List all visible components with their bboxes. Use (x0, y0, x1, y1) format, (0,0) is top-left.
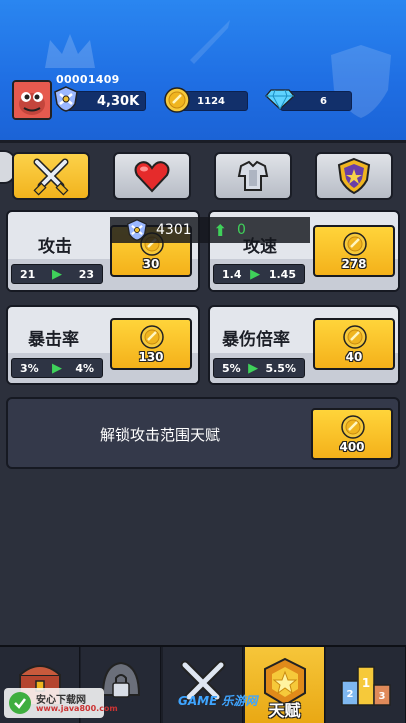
diamond-icon (265, 89, 295, 110)
nav-talent[interactable]: 天赋 (245, 647, 325, 723)
level-from: 1.4 (222, 267, 242, 281)
svg-text:1: 1 (362, 676, 370, 690)
buy-crit-rate-button[interactable]: 130 (110, 318, 192, 370)
heart-icon (134, 161, 170, 193)
level-to: 4% (75, 361, 94, 375)
svg-text:2: 2 (347, 689, 354, 700)
buy-crit-damage-button[interactable]: 40 (313, 318, 395, 370)
level-to: 1.45 (268, 267, 296, 281)
tab-defense[interactable] (315, 152, 393, 200)
price: 130 (138, 350, 164, 364)
arrow-up-icon: ⬆ (213, 220, 228, 240)
coin-icon (164, 87, 190, 113)
upgrade-title: 暴击率 (28, 330, 79, 350)
price: 30 (142, 257, 160, 271)
sword-decoration-icon (190, 20, 230, 64)
nav-ranking[interactable]: 2 1 3 (326, 647, 406, 723)
watermark-left: 安心下载网 www.java800.com (4, 688, 118, 718)
toast-power-value: 4301 (156, 222, 192, 238)
unlock-button[interactable]: 400 (311, 408, 393, 460)
crown-decoration-icon (45, 34, 95, 68)
tab-armor[interactable] (214, 152, 292, 200)
price: 278 (341, 257, 367, 271)
watermark-url: www.java800.com (36, 704, 118, 713)
armor-icon (237, 160, 269, 191)
watermark-logo-icon (9, 692, 31, 714)
power-value: 4,30K (97, 93, 140, 109)
unlock-label: 解锁攻击范围天赋 (100, 426, 221, 444)
monster-avatar-icon (14, 82, 50, 118)
watermark-mid: GAME 乐游网 (178, 694, 258, 708)
level-to: 5.5% (265, 361, 296, 375)
level-bar: 5% ▶ 5.5% (213, 358, 305, 378)
level-to: 23 (78, 267, 94, 281)
coin-icon (343, 232, 367, 256)
nav-weapons[interactable] (163, 647, 243, 723)
power-change-toast: 4301 ⬆ 0 (110, 217, 310, 243)
coin-icon (140, 325, 164, 349)
crossed-swords-icon (33, 158, 69, 196)
gem-value: 6 (320, 95, 327, 107)
level-bar: 3% ▶ 4% (11, 358, 103, 378)
price: 400 (339, 440, 365, 454)
upgrade-title: 暴伤倍率 (222, 330, 290, 350)
player-avatar[interactable] (12, 80, 52, 120)
toast-delta: 0 (237, 222, 246, 238)
player-id: 00001409 (56, 73, 120, 86)
level-bar: 1.4 ▶ 1.45 (213, 264, 305, 284)
power-emblem-icon (126, 219, 148, 241)
level-bar: 21 ▶ 23 (11, 264, 103, 284)
svg-text:3: 3 (379, 691, 386, 702)
arrow-right-icon: ▶ (52, 360, 62, 376)
coin-icon (341, 415, 365, 439)
level-from: 21 (20, 267, 36, 281)
tab-attack[interactable] (12, 152, 90, 200)
coin-icon (343, 325, 367, 349)
power-emblem-icon (54, 86, 78, 112)
power-pill: 4,30K (66, 91, 146, 111)
upgrade-title: 攻击 (38, 237, 72, 257)
level-from: 5% (222, 361, 241, 375)
arrow-right-icon: ▶ (250, 266, 261, 282)
podium-icon: 2 1 3 (341, 666, 391, 706)
top-header (0, 0, 406, 140)
arrow-right-icon: ▶ (52, 266, 62, 282)
arrow-right-icon: ▶ (248, 360, 259, 376)
tab-health[interactable] (113, 152, 191, 200)
shield-star-icon (337, 157, 371, 195)
price: 40 (345, 350, 363, 364)
level-from: 3% (20, 361, 39, 375)
coin-value: 1124 (197, 95, 225, 107)
buy-attack-speed-button[interactable]: 278 (313, 225, 395, 277)
